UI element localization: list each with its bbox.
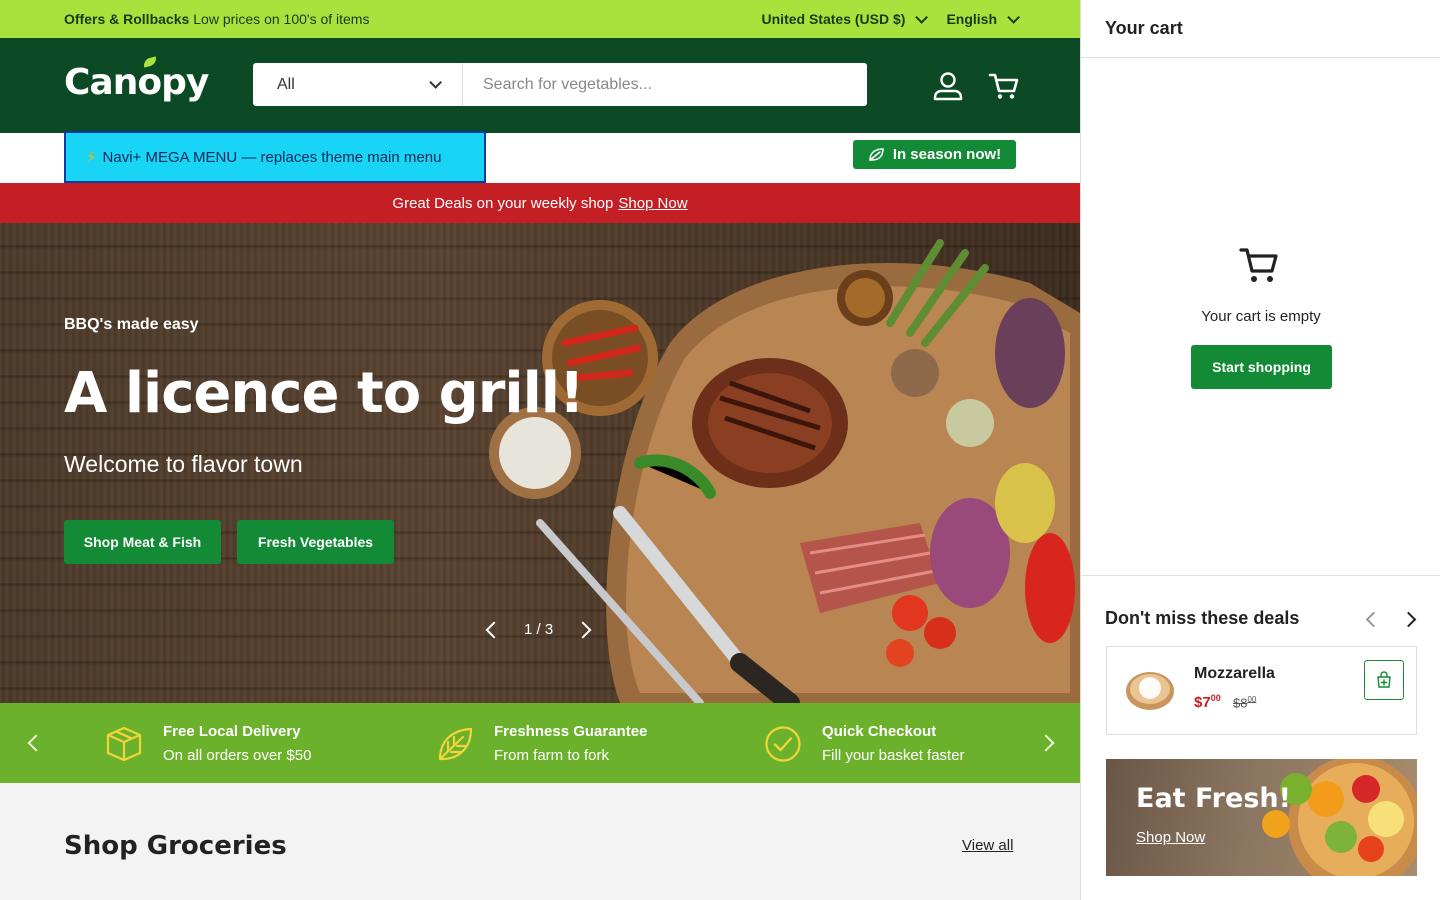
- deal-was-cents: 00: [1247, 695, 1257, 704]
- chevron-down-icon: [915, 10, 929, 24]
- language-selector[interactable]: English: [946, 10, 1020, 27]
- feature-strip: Free Local Delivery On all orders over $…: [0, 703, 1080, 783]
- lightning-icon: ⚡: [86, 149, 97, 166]
- cart-icon: [1239, 248, 1278, 282]
- feature-subtitle: Fill your basket faster: [822, 747, 965, 764]
- nav-row: ⚡ Navi+ MEGA MENU — replaces theme main …: [0, 131, 1080, 183]
- search-category-label: All: [277, 75, 295, 93]
- fresh-vegetables-button[interactable]: Fresh Vegetables: [237, 520, 394, 564]
- deals-title: Don't miss these deals: [1105, 608, 1300, 628]
- cart-empty-state: Your cart is empty Start shopping: [1081, 58, 1440, 576]
- mega-menu[interactable]: ⚡ Navi+ MEGA MENU — replaces theme main …: [64, 131, 486, 183]
- add-to-cart-button[interactable]: [1364, 660, 1404, 700]
- logo[interactable]: Canopy: [64, 56, 209, 103]
- mega-menu-label: Navi+ MEGA MENU — replaces theme main me…: [102, 148, 442, 166]
- hero-subtitle: Welcome to flavor town: [64, 451, 303, 477]
- slider-next-icon[interactable]: [574, 621, 592, 638]
- deal-price: $700: [1194, 693, 1221, 711]
- promo-link[interactable]: Shop Now: [1136, 829, 1205, 846]
- deals-bar-text: Great Deals on your weekly shop: [392, 194, 614, 212]
- deal-was-whole: $8: [1233, 695, 1248, 711]
- country-label: United States (USD $): [761, 11, 906, 27]
- feature-subtitle: On all orders over $50: [163, 747, 312, 764]
- section-title: Shop Groceries: [64, 831, 287, 861]
- slide-counter: 1 / 3: [524, 621, 554, 638]
- deal-price-whole: $7: [1194, 694, 1211, 711]
- deals-prev-icon[interactable]: [1365, 611, 1382, 628]
- feature-item: Freshness Guarantee From farm to fork: [436, 720, 647, 768]
- search-bar: All: [253, 63, 867, 106]
- cart-icon[interactable]: [988, 70, 1020, 102]
- hero-title: A licence to grill!: [64, 361, 585, 426]
- hero-eyebrow: BBQ's made easy: [64, 316, 199, 333]
- leaf-icon: [869, 148, 884, 161]
- search-category-select[interactable]: All: [253, 63, 463, 106]
- offer-text: Low prices on 100's of items: [193, 11, 370, 27]
- box-icon: [106, 726, 142, 762]
- slider-controls: 1 / 3: [485, 621, 592, 638]
- cart-drawer: Your cart Your cart is empty Start shopp…: [1080, 0, 1440, 900]
- deal-was-price: $800: [1233, 695, 1256, 710]
- feature-subtitle: From farm to fork: [494, 747, 610, 764]
- feature-title: Free Local Delivery: [163, 723, 301, 740]
- account-icon[interactable]: [932, 70, 964, 102]
- cart-empty-message: Your cart is empty: [1201, 308, 1321, 325]
- offer-title: Offers & Rollbacks: [64, 11, 190, 27]
- eat-fresh-promo[interactable]: Eat Fresh! Shop Now: [1106, 759, 1417, 876]
- logo-text: Canopy: [64, 62, 209, 103]
- feature-title: Freshness Guarantee: [494, 723, 648, 740]
- slider-prev-icon[interactable]: [485, 621, 503, 638]
- chevron-down-icon: [1007, 10, 1020, 24]
- in-season-label: In season now!: [892, 146, 1002, 163]
- hero-slider: BBQ's made easy A licence to grill! Welc…: [0, 223, 1080, 703]
- features-next-icon[interactable]: [1037, 734, 1055, 752]
- shop-meat-fish-button[interactable]: Shop Meat & Fish: [64, 520, 221, 564]
- in-season-button[interactable]: In season now!: [853, 140, 1016, 169]
- features-prev-icon[interactable]: [27, 734, 45, 752]
- fruit-bowl-image: [1262, 759, 1417, 876]
- start-shopping-button[interactable]: Start shopping: [1191, 345, 1332, 389]
- bag-plus-icon: [1377, 671, 1391, 688]
- feature-title: Quick Checkout: [822, 723, 937, 740]
- feature-item: Quick Checkout Fill your basket faster: [764, 720, 965, 768]
- site-header: Canopy All: [0, 38, 1080, 133]
- deal-product-name: Mozzarella: [1194, 665, 1275, 682]
- store-front: Offers & Rollbacks Low prices on 100's o…: [0, 0, 1080, 900]
- promo-title: Eat Fresh!: [1136, 783, 1291, 814]
- check-circle-icon: [765, 726, 801, 762]
- language-label: English: [946, 11, 997, 27]
- search-input[interactable]: [463, 63, 867, 106]
- deals-bar-link[interactable]: Shop Now: [618, 195, 687, 212]
- view-all-link[interactable]: View all: [962, 837, 1013, 854]
- deal-price-cents: 00: [1210, 693, 1221, 703]
- chevron-down-icon: [429, 76, 442, 89]
- deals-next-icon[interactable]: [1400, 611, 1417, 628]
- page: Offers & Rollbacks Low prices on 100's o…: [0, 0, 1440, 900]
- announcement-bar: Offers & Rollbacks Low prices on 100's o…: [0, 0, 1080, 38]
- deals-bar: Great Deals on your weekly shop Shop Now: [0, 183, 1080, 223]
- feature-item: Free Local Delivery On all orders over $…: [105, 720, 311, 768]
- shop-groceries-section: Shop Groceries View all: [0, 783, 1080, 900]
- deal-card[interactable]: Mozzarella $700 $800: [1106, 646, 1417, 735]
- cart-title: Your cart: [1081, 0, 1440, 58]
- leaf-icon: [438, 727, 473, 761]
- country-selector[interactable]: United States (USD $): [761, 10, 929, 27]
- mozzarella-image: [1126, 672, 1174, 710]
